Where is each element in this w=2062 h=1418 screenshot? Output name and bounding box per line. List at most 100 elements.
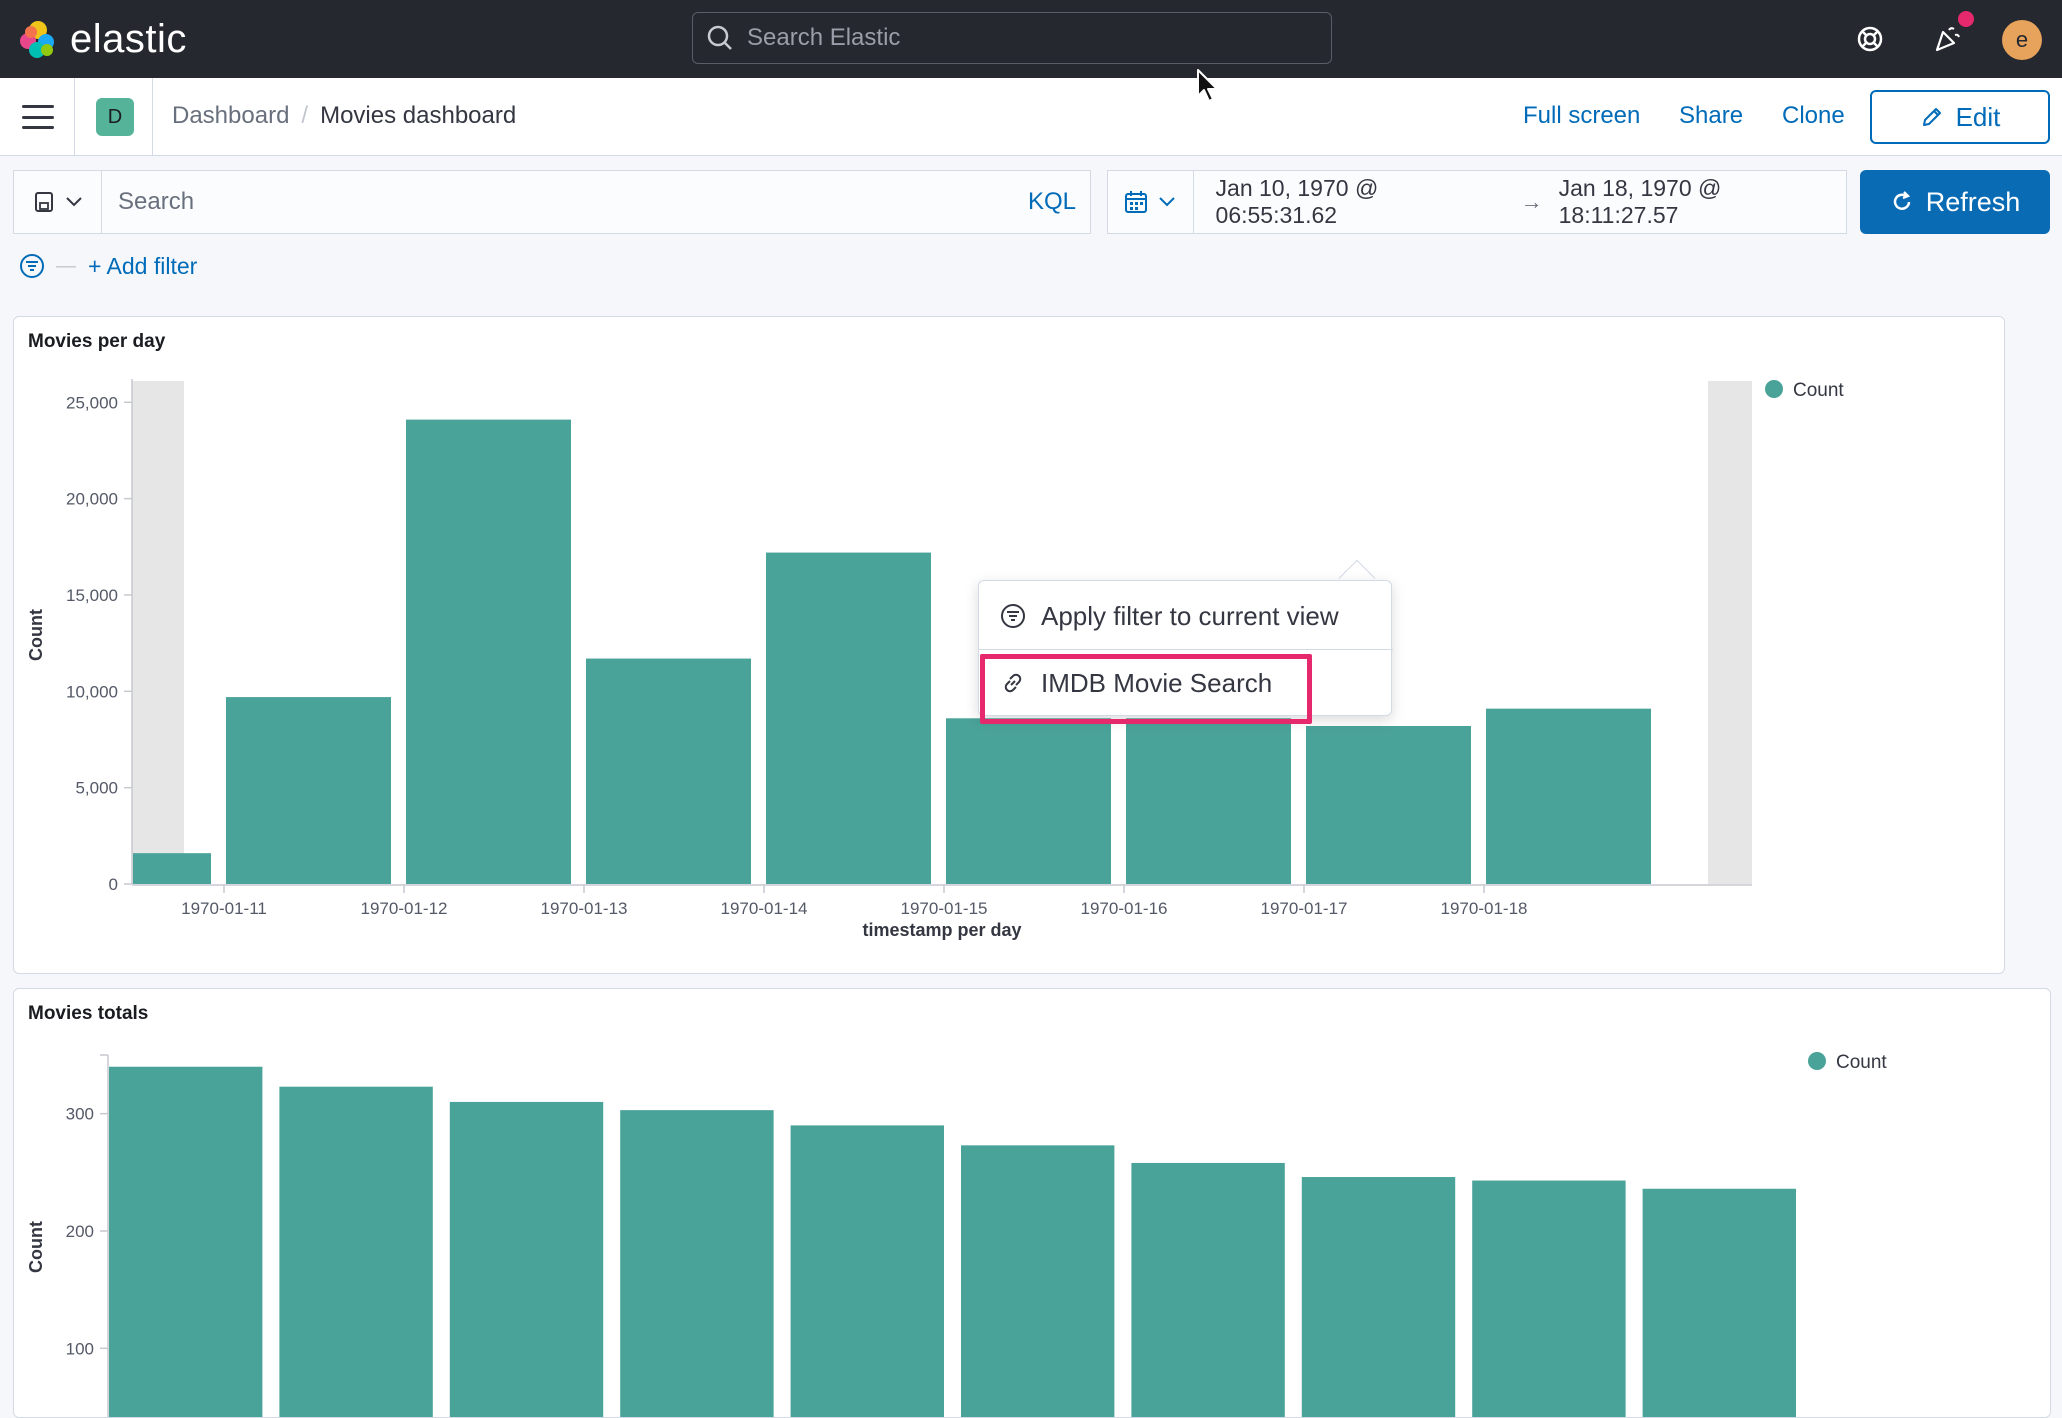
query-bar: KQL <box>13 170 1091 234</box>
chevron-down-icon <box>65 197 82 207</box>
x-tick-label: 1970-01-16 <box>1081 899 1168 918</box>
edit-label: Edit <box>1955 101 2001 132</box>
notification-dot <box>1958 11 1974 27</box>
x-tick-label: 1970-01-12 <box>361 899 448 918</box>
search-icon <box>707 25 732 50</box>
menu-toggle-button[interactable] <box>22 102 54 132</box>
chart-bar <box>226 697 391 884</box>
y-tick-label: 5,000 <box>75 779 118 798</box>
dashboard-header: D Dashboard / Movies dashboard Full scre… <box>0 78 2062 156</box>
elastic-logo[interactable]: elastic <box>18 16 187 61</box>
mouse-cursor-icon <box>1197 69 1218 102</box>
brand-name: elastic <box>70 16 187 61</box>
y-tick-label: 200 <box>66 1222 94 1241</box>
filter-icon <box>1001 604 1025 628</box>
range-marker-end <box>1708 381 1752 884</box>
refresh-button[interactable]: Refresh <box>1860 170 2050 234</box>
global-search-field[interactable] <box>692 12 1332 64</box>
space-avatar[interactable]: D <box>96 98 134 136</box>
global-search-input[interactable] <box>745 23 1305 53</box>
chart-bar <box>1306 725 1471 884</box>
date-picker: Jan 10, 1970 @ 06:55:31.62 → Jan 18, 197… <box>1107 170 1847 234</box>
add-filter-button[interactable]: + Add filter <box>88 253 197 280</box>
bar-context-menu: Apply filter to current view IMDB Movie … <box>978 580 1393 716</box>
arrow-right-icon: → <box>1520 189 1543 214</box>
chart-bar <box>279 1086 433 1417</box>
avatar-initial: e <box>2015 27 2029 52</box>
clone-link[interactable]: Clone <box>1782 102 1845 130</box>
saved-query-button[interactable] <box>14 171 102 233</box>
x-tick-label: 1970-01-17 <box>1261 899 1348 918</box>
space-initial: D <box>107 105 123 128</box>
calendar-icon <box>1125 191 1148 213</box>
apply-filter-label: Apply filter to current view <box>1041 600 1339 631</box>
query-language-toggle[interactable]: KQL <box>1028 188 1076 216</box>
breadcrumb-separator: / <box>301 102 309 129</box>
query-search-input[interactable] <box>116 187 1028 217</box>
chart-bar <box>1126 718 1291 884</box>
legend-label: Count <box>1836 1052 1887 1073</box>
y-tick-label: 100 <box>66 1339 94 1358</box>
chart-bar <box>961 1145 1115 1417</box>
chart-bar <box>406 419 571 884</box>
help-lifebuoy-icon <box>1857 26 1883 52</box>
date-start[interactable]: Jan 10, 1970 @ 06:55:31.62 <box>1216 175 1505 229</box>
chart-bar <box>620 1110 774 1417</box>
header-divider <box>152 78 153 156</box>
link-icon <box>1004 673 1022 693</box>
chart-bar <box>133 853 211 884</box>
movies-totals-chart[interactable]: 100 200 300 Count Count <box>14 989 2051 1418</box>
y-axis-title: Count <box>26 1221 46 1273</box>
x-axis-title: timestamp per day <box>862 920 1021 940</box>
chevron-down-icon <box>1159 197 1175 207</box>
chart-bar <box>1131 1162 1285 1417</box>
share-link[interactable]: Share <box>1679 102 1743 130</box>
chart-bar <box>109 1066 263 1417</box>
y-tick-label: 25,000 <box>66 393 118 412</box>
chart-bar <box>1472 1180 1626 1417</box>
legend-swatch <box>1808 1052 1826 1070</box>
range-marker-start <box>132 381 184 884</box>
y-tick-label: 20,000 <box>66 490 118 509</box>
header-divider <box>74 78 75 156</box>
chart-bar <box>790 1125 944 1417</box>
chart-bar <box>946 718 1111 884</box>
filter-bar: — + Add filter <box>18 248 197 284</box>
date-end[interactable]: Jan 18, 1970 @ 18:11:27.57 <box>1559 175 1846 229</box>
x-tick-label: 1970-01-15 <box>901 899 988 918</box>
full-screen-link[interactable]: Full screen <box>1523 102 1640 130</box>
chart-bar <box>1486 708 1651 884</box>
imdb-movie-search-label: IMDB Movie Search <box>1041 667 1273 698</box>
edit-button[interactable]: Edit <box>1870 90 2050 144</box>
help-button[interactable] <box>1849 18 1891 60</box>
quick-select-button[interactable] <box>1108 171 1194 233</box>
refresh-icon <box>1893 191 1910 210</box>
breadcrumb-current: Movies dashboard <box>320 102 517 129</box>
filter-dash: — <box>56 254 76 277</box>
x-tick-label: 1970-01-14 <box>721 899 808 918</box>
chart-bar <box>449 1101 604 1417</box>
x-tick-label: 1970-01-13 <box>541 899 628 918</box>
breadcrumb: Dashboard / Movies dashboard <box>172 102 516 130</box>
refresh-label: Refresh <box>1925 186 2021 217</box>
imdb-movie-search-menu-item[interactable]: IMDB Movie Search <box>979 650 1393 716</box>
x-tick-label: 1970-01-18 <box>1441 899 1528 918</box>
y-axis-title: Count <box>26 609 46 661</box>
y-tick-label: 10,000 <box>66 682 118 701</box>
y-tick-label: 15,000 <box>66 586 118 605</box>
elastic-logo-icon <box>20 21 54 58</box>
pencil-icon <box>1922 108 1941 126</box>
y-tick-label: 0 <box>109 875 118 894</box>
movies-totals-panel: Movies totals 100 200 300 Count Count <box>13 988 2051 1418</box>
legend-label: Count <box>1793 380 1844 401</box>
user-avatar[interactable]: e <box>2002 20 2042 60</box>
chart-bar <box>1301 1177 1456 1417</box>
newsfeed-icon <box>1935 27 1960 52</box>
chart-bar <box>766 552 931 884</box>
filter-icon[interactable] <box>18 252 46 280</box>
breadcrumb-dashboard[interactable]: Dashboard <box>172 102 289 130</box>
save-icon <box>34 192 53 212</box>
apply-filter-menu-item[interactable]: Apply filter to current view <box>979 583 1393 649</box>
x-tick-label: 1970-01-11 <box>181 899 267 918</box>
chart-bar <box>1642 1188 1796 1417</box>
